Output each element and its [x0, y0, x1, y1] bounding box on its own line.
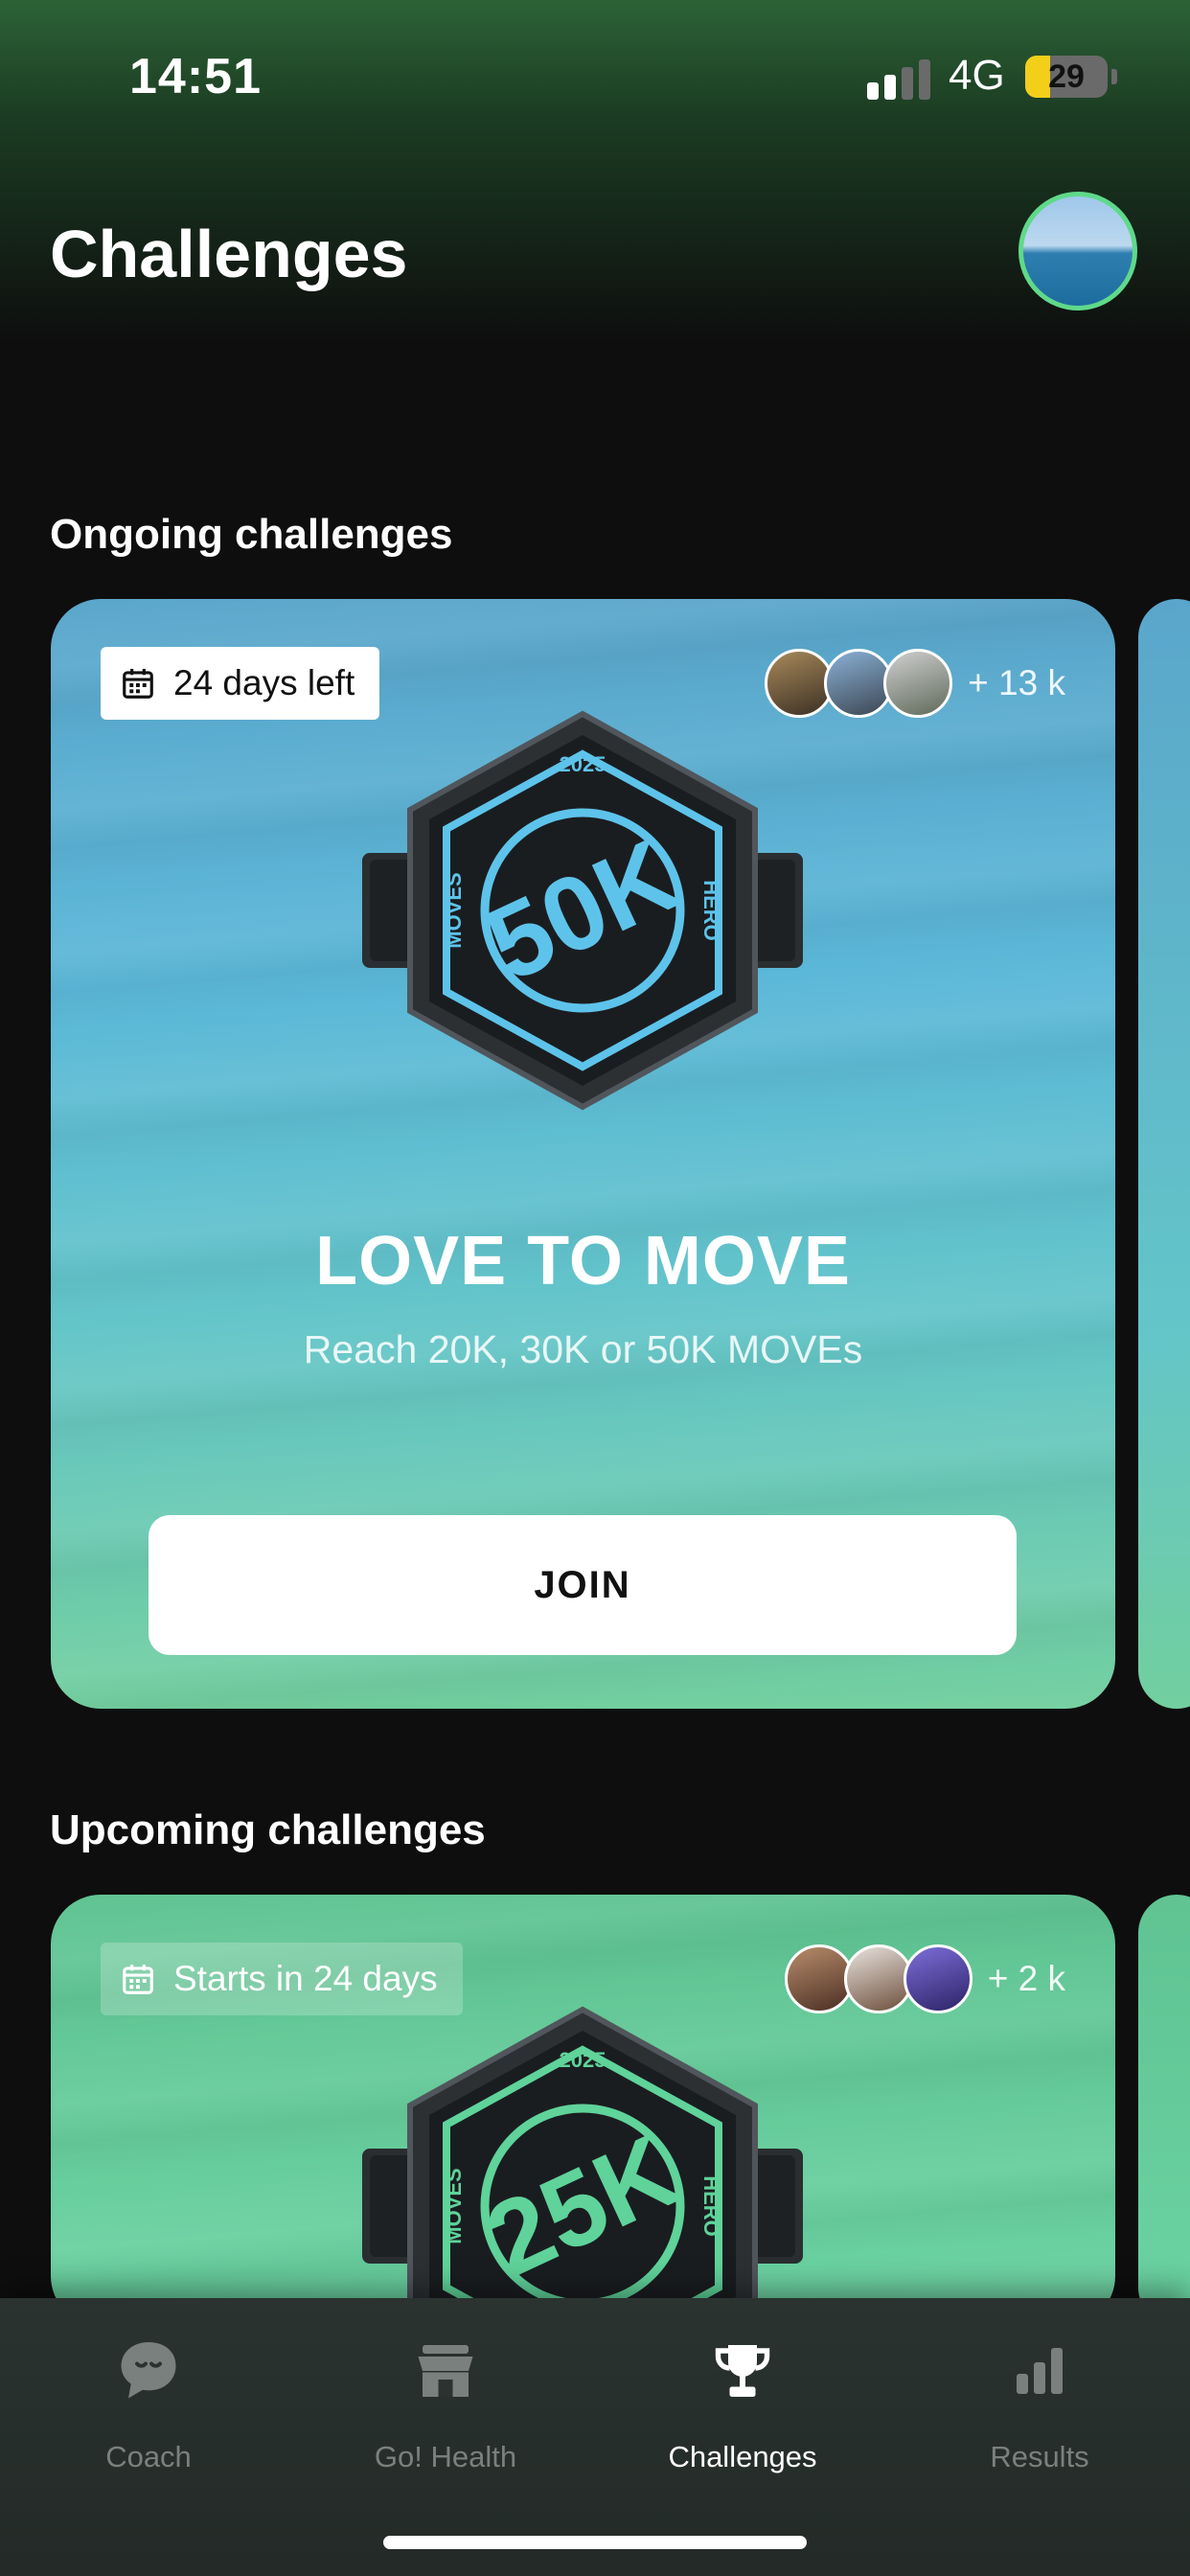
challenge-subtitle: Reach 20K, 30K or 50K MOVEs — [303, 1327, 863, 1371]
participant-avatar — [903, 1944, 973, 2013]
trophy-icon — [715, 2345, 770, 2397]
tab-label: Coach — [105, 2440, 192, 2473]
signal-icon — [867, 56, 932, 100]
challenge-card-ongoing[interactable]: 24 days left + 13 k 2025 50K MOVES HERO … — [51, 599, 1115, 1709]
profile-avatar[interactable] — [1018, 192, 1137, 310]
battery-level: 29 — [1048, 58, 1085, 95]
days-left-tag: 24 days left — [101, 647, 380, 720]
status-bar: 14:51 4G 29 — [0, 0, 1190, 153]
challenge-badge-50k: 2025 50K MOVES HERO — [362, 710, 803, 1111]
badge-year: 2025 — [560, 752, 606, 776]
chat-bubble-icon — [121, 2342, 176, 2399]
home-indicator[interactable] — [383, 2536, 807, 2549]
section-title-ongoing: Ongoing challenges — [50, 511, 453, 558]
battery-tip — [1111, 69, 1117, 84]
tab-coach[interactable]: Coach — [0, 2336, 297, 2499]
status-time: 14:51 — [129, 49, 262, 104]
days-left-label: 24 days left — [173, 663, 355, 702]
badge-right-label: HERO — [699, 880, 723, 941]
badge-right-label: HERO — [699, 2175, 723, 2237]
next-card-peek[interactable] — [1138, 599, 1190, 1709]
participant-avatar — [883, 649, 953, 718]
join-button[interactable]: JOIN — [149, 1515, 1017, 1655]
bar-chart-icon — [1017, 2348, 1063, 2394]
tab-challenges[interactable]: Challenges — [594, 2336, 891, 2499]
tab-go-health[interactable]: Go! Health — [297, 2336, 594, 2499]
participants-count: + 13 k — [968, 663, 1065, 702]
store-icon — [418, 2345, 473, 2397]
challenge-title: LOVE TO MOVE — [315, 1223, 851, 1300]
participant-avatar — [843, 1944, 913, 2013]
battery-icon: 29 — [1025, 56, 1108, 98]
page-title: Challenges — [50, 217, 408, 291]
participants-group: + 13 k — [765, 647, 1065, 720]
tab-results[interactable]: Results — [891, 2336, 1188, 2499]
badge-year: 2025 — [560, 2048, 606, 2072]
tab-label: Go! Health — [374, 2440, 517, 2473]
calendar-icon — [123, 668, 153, 699]
next-card-peek[interactable] — [1138, 1895, 1190, 2326]
tab-label: Challenges — [668, 2440, 817, 2473]
challenge-badge-25k: 2025 25K MOVES HERO — [362, 2006, 803, 2326]
badge-left-label: MOVES — [442, 872, 466, 948]
participants-count: + 2 k — [987, 1959, 1065, 1998]
network-type: 4G — [949, 52, 1005, 99]
section-title-upcoming: Upcoming challenges — [50, 1806, 486, 1853]
bottom-tab-bar: Coach Go! Health Challenges Results — [0, 2298, 1190, 2576]
badge-left-label: MOVES — [442, 2168, 466, 2243]
tab-label: Results — [990, 2440, 1089, 2473]
calendar-icon — [123, 1964, 153, 1994]
participants-group: + 2 k — [784, 1943, 1065, 2015]
challenge-card-upcoming[interactable]: Starts in 24 days + 2 k 2025 25K MOVES H… — [51, 1895, 1115, 2326]
